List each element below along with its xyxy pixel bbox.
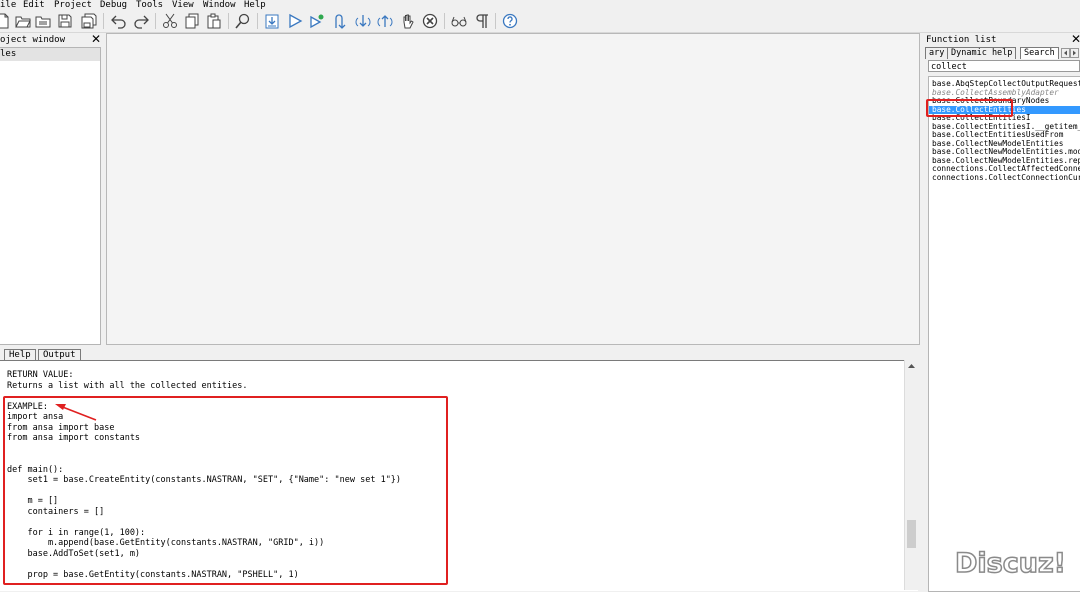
- save-all-icon[interactable]: [80, 12, 98, 30]
- menu-bar: ile Edit Project Debug Tools View Window…: [0, 0, 1080, 10]
- project-tree[interactable]: les: [0, 47, 101, 345]
- help-icon[interactable]: [501, 12, 519, 30]
- tab-library[interactable]: ary: [925, 47, 948, 59]
- find-icon[interactable]: [234, 12, 252, 30]
- tree-item-files[interactable]: les: [0, 48, 100, 61]
- close-icon[interactable]: ✕: [91, 33, 101, 45]
- toolbar-separator: [228, 13, 229, 29]
- function-results-list[interactable]: base.AbqStepCollectOutputRequest base.Col…: [928, 76, 1080, 592]
- help-scrollbar[interactable]: [904, 360, 918, 590]
- run-icon[interactable]: [286, 12, 304, 30]
- close-icon[interactable]: ✕: [1071, 33, 1080, 45]
- glasses-icon[interactable]: [450, 12, 468, 30]
- undo-icon[interactable]: [110, 12, 128, 30]
- copy-icon[interactable]: [183, 12, 201, 30]
- help-text-line: RETURN VALUE:: [7, 370, 74, 380]
- function-list-item[interactable]: connections.CollectConnectionCur: [929, 173, 1080, 183]
- toolbar-separator: [103, 13, 104, 29]
- scroll-thumb[interactable]: [907, 520, 916, 548]
- step-out-icon[interactable]: [376, 12, 394, 30]
- cancel-icon[interactable]: [421, 12, 439, 30]
- highlight-selected-function: [926, 99, 1013, 117]
- redo-icon[interactable]: [132, 12, 150, 30]
- help-text-line: Returns a list with all the collected en…: [7, 380, 248, 391]
- cut-icon[interactable]: [161, 12, 179, 30]
- highlight-example-box: [3, 396, 448, 585]
- open-folder-icon[interactable]: [14, 12, 32, 30]
- paste-icon[interactable]: [205, 12, 223, 30]
- import-icon[interactable]: [263, 12, 281, 30]
- step-into-icon[interactable]: [331, 12, 349, 30]
- new-file-icon[interactable]: [0, 12, 12, 30]
- open-file-icon[interactable]: [34, 12, 52, 30]
- run-to-cursor-icon[interactable]: [308, 12, 326, 30]
- function-list-title: Function list: [926, 35, 997, 45]
- tab-search[interactable]: Search: [1020, 47, 1059, 59]
- toolbar-separator: [495, 13, 496, 29]
- toolbar: [0, 10, 1080, 33]
- tab-scroll-arrows-icon[interactable]: [1061, 48, 1080, 58]
- toolbar-separator: [257, 13, 258, 29]
- tab-dynamic-help[interactable]: Dynamic help: [947, 47, 1017, 59]
- watermark-logo: Discuz!: [954, 547, 1067, 580]
- scroll-up-icon[interactable]: [908, 363, 915, 368]
- pilcrow-icon[interactable]: [473, 12, 491, 30]
- step-over-icon[interactable]: [354, 12, 372, 30]
- project-window-title: oject window: [0, 35, 66, 45]
- save-icon[interactable]: [56, 12, 74, 30]
- toolbar-separator: [444, 13, 445, 29]
- toolbar-separator: [155, 13, 156, 29]
- stop-hand-icon[interactable]: [399, 12, 417, 30]
- function-search-input[interactable]: collect: [928, 60, 1080, 72]
- red-arrow-icon: [55, 404, 97, 421]
- editor-area[interactable]: [106, 33, 920, 345]
